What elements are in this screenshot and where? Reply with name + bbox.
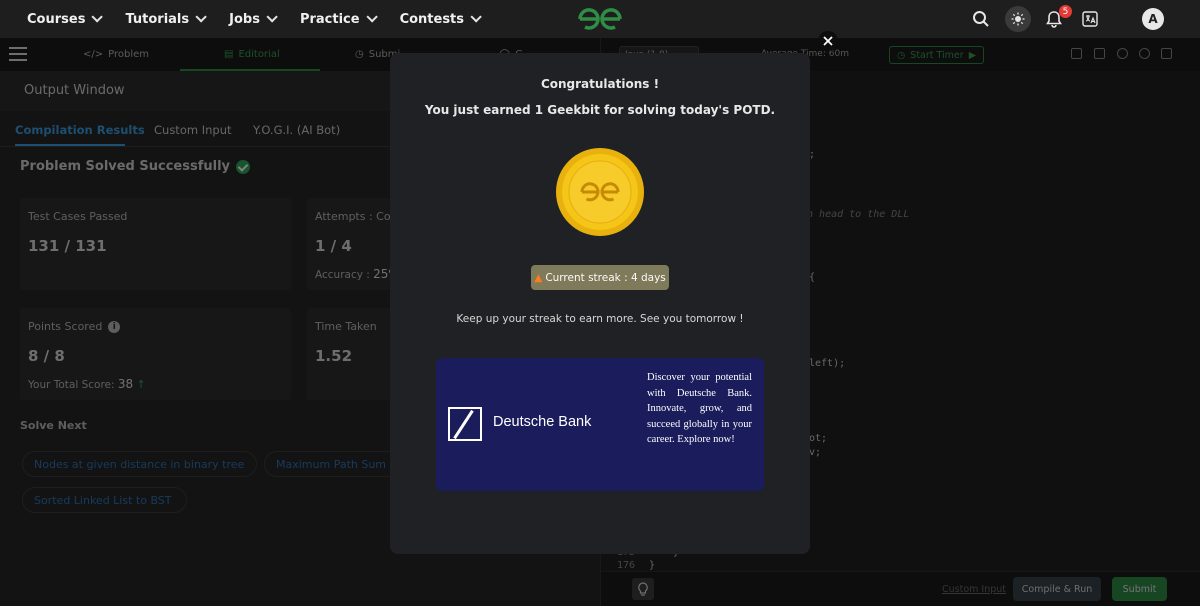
fire-icon: ▲ [534,271,543,284]
nav-tutorials[interactable]: Tutorials [112,0,216,38]
top-navbar: Courses Tutorials Jobs Practice Contests… [0,0,1200,38]
streak-text: Current streak : 4 days [545,271,666,284]
notification-badge: 5 [1059,5,1072,18]
modal-subtitle: You just earned 1 Geekbit for solving to… [424,103,776,117]
search-icon[interactable] [969,7,993,31]
nav-tutorials-label: Tutorials [125,11,190,27]
nav-practice-label: Practice [299,11,360,27]
deutsche-bank-ad[interactable]: Deutsche Bank Discover your potential wi… [436,358,764,491]
chevron-down-icon [91,11,104,23]
nav-practice[interactable]: Practice [287,0,387,38]
deutsche-bank-logo-icon [448,407,482,441]
gfg-logo[interactable] [576,6,624,32]
nav-jobs-label: Jobs [229,11,260,27]
nav-contests-label: Contests [399,11,465,27]
bell-icon[interactable]: 5 [1042,5,1072,31]
chevron-down-icon [195,11,207,23]
close-icon[interactable] [818,31,838,51]
modal-title: Congratulations ! [540,77,660,91]
ad-brand-name: Deutsche Bank [493,414,592,430]
avatar[interactable]: A [1142,8,1164,30]
nav-courses-label: Courses [27,11,86,27]
keep-up-message: Keep up your streak to earn more. See yo… [456,313,744,325]
potd-congrats-modal: Congratulations ! You just earned 1 Geek… [390,53,810,554]
chevron-down-icon [470,11,482,23]
nav-courses[interactable]: Courses [0,0,112,38]
geekbit-coin-icon [556,148,644,236]
chevron-down-icon [366,11,378,23]
ad-text: Discover your potential with Deutsche Ba… [647,372,752,445]
streak-badge: ▲ Current streak : 4 days [531,265,669,290]
translate-icon[interactable] [1078,7,1102,31]
chevron-down-icon [266,11,278,23]
nav-jobs[interactable]: Jobs [216,0,287,38]
theme-toggle-icon[interactable] [1005,6,1031,32]
nav-contests[interactable]: Contests [387,0,491,38]
